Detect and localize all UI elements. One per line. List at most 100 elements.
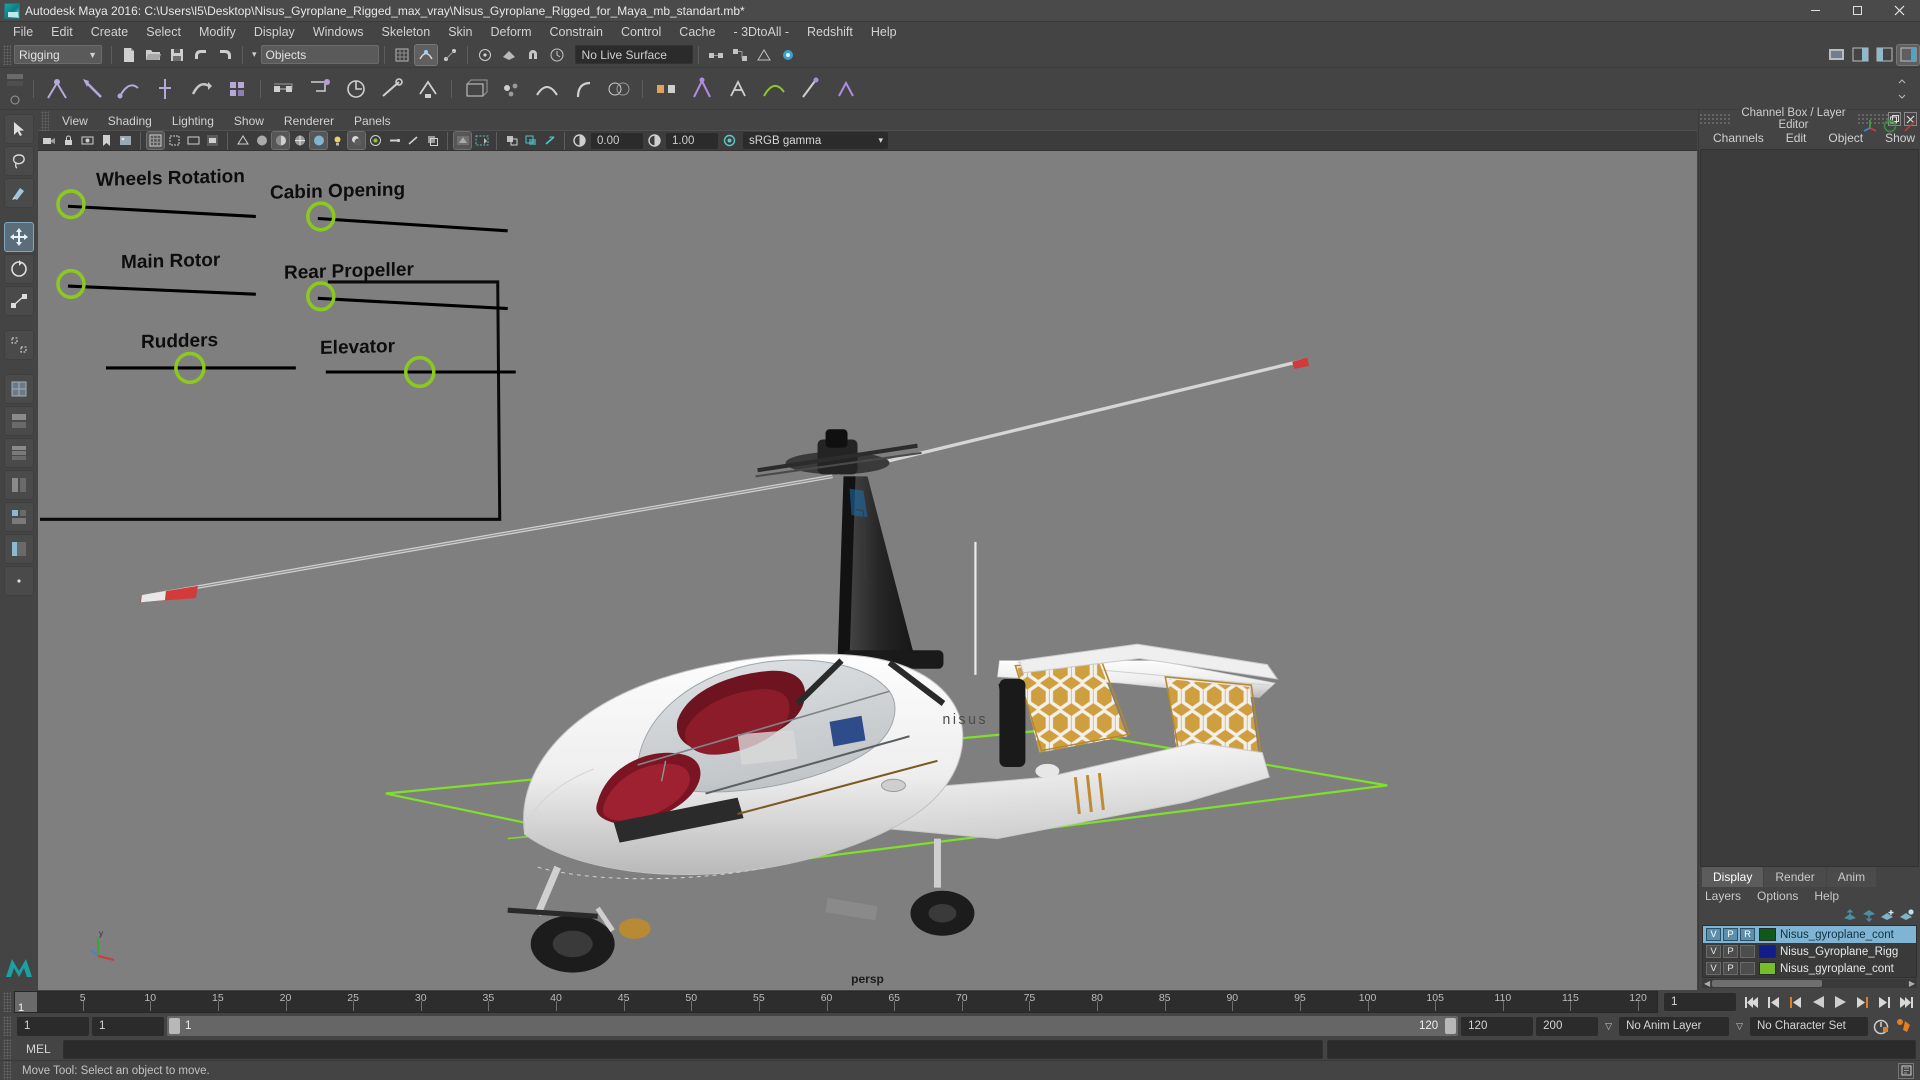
tab-render[interactable]: Render: [1764, 867, 1826, 887]
layer-reference-toggle[interactable]: [1740, 945, 1755, 958]
exposure-icon[interactable]: [571, 132, 588, 149]
layer-name[interactable]: Nisus_Gyroplane_Rigg: [1780, 946, 1898, 958]
menu-file[interactable]: File: [4, 22, 42, 42]
constraint-pole-vector-icon[interactable]: [413, 74, 443, 104]
viewport-menu-view[interactable]: View: [52, 112, 98, 130]
select-tool-button[interactable]: [4, 114, 34, 144]
isolate-select-icon[interactable]: [503, 132, 520, 149]
new-layer-from-selected-icon[interactable]: [1899, 908, 1914, 922]
save-scene-icon[interactable]: [166, 45, 188, 65]
step-back-keyframe-icon[interactable]: [1764, 992, 1784, 1012]
layer-visibility-toggle[interactable]: V: [1706, 928, 1721, 941]
layout-single-perspective-button[interactable]: [4, 374, 34, 404]
layer-menu-help[interactable]: Help: [1814, 889, 1839, 903]
blend-shape-icon[interactable]: [604, 74, 634, 104]
viewport-menu-lighting[interactable]: Lighting: [162, 112, 224, 130]
constraint-aim-icon[interactable]: [377, 74, 407, 104]
move-tool-button[interactable]: [4, 222, 34, 252]
current-frame-field[interactable]: 1: [1664, 993, 1736, 1011]
bookmark-icon[interactable]: [98, 132, 115, 149]
animation-preferences-icon[interactable]: [1894, 1016, 1914, 1036]
paint-skin-weights-icon[interactable]: [222, 74, 252, 104]
selection-mask-combo[interactable]: Objects: [260, 45, 379, 64]
paint-select-tool-button[interactable]: [4, 178, 34, 208]
current-frame-indicator[interactable]: 1: [15, 992, 37, 1012]
layout-persp-outliner-button[interactable]: [4, 534, 34, 564]
new-layer-icon[interactable]: [1880, 909, 1895, 922]
menu-help[interactable]: Help: [862, 22, 906, 42]
open-scene-icon[interactable]: [142, 45, 164, 65]
chevron-down-icon[interactable]: ▽: [1601, 1021, 1616, 1032]
layer-name[interactable]: Nisus_gyroplane_cont: [1780, 963, 1894, 975]
sidebar-attribute-editor-icon[interactable]: [1849, 45, 1871, 65]
time-slider-grip[interactable]: [3, 992, 11, 1012]
go-to-start-icon[interactable]: [1742, 992, 1762, 1012]
color-management-combo[interactable]: sRGB gamma ▾: [743, 132, 888, 149]
gamma-icon[interactable]: [646, 132, 663, 149]
bind-skin-icon[interactable]: [186, 74, 216, 104]
play-forwards-icon[interactable]: [1830, 992, 1850, 1012]
play-backwards-icon[interactable]: [1808, 992, 1828, 1012]
ik-spline-handle-icon[interactable]: [114, 74, 144, 104]
show-manipulator-tool-button[interactable]: [4, 330, 34, 360]
layer-visibility-toggle[interactable]: V: [1706, 945, 1721, 958]
help-line-icon[interactable]: [1898, 1062, 1914, 1079]
range-end-handle[interactable]: [1445, 1018, 1457, 1034]
command-line-grip[interactable]: [3, 1039, 11, 1059]
grid-toggle-icon[interactable]: [146, 131, 165, 150]
scroll-left-arrow[interactable]: ◀: [1702, 979, 1712, 988]
layer-row[interactable]: V P R Nisus_gyroplane_cont: [1703, 926, 1916, 943]
resolution-gate-icon[interactable]: [185, 132, 202, 149]
view-transform-icon[interactable]: [522, 132, 539, 149]
ambient-occlusion-icon[interactable]: [367, 132, 384, 149]
scale-tool-button[interactable]: [4, 286, 34, 316]
menu-windows[interactable]: Windows: [304, 22, 373, 42]
menu-create[interactable]: Create: [82, 22, 138, 42]
chevron-down-icon-2[interactable]: ▽: [1732, 1021, 1747, 1032]
menu-cache[interactable]: Cache: [670, 22, 724, 42]
menu-select[interactable]: Select: [137, 22, 190, 42]
menu-3dtoall[interactable]: - 3DtoAll -: [724, 22, 798, 42]
character-set-field[interactable]: No Character Set: [1750, 1016, 1868, 1036]
snap-projected-center-icon[interactable]: [474, 45, 496, 65]
range-start-handle[interactable]: [169, 1018, 180, 1034]
command-language-label[interactable]: MEL: [18, 1042, 59, 1056]
shelf-tab-handle[interactable]: [2, 69, 28, 109]
move-axis-icon[interactable]: [1862, 118, 1878, 134]
menu-constrain[interactable]: Constrain: [541, 22, 613, 42]
character-set-icon[interactable]: [723, 74, 753, 104]
step-forward-frame-icon[interactable]: [1852, 992, 1872, 1012]
layout-four-view-button[interactable]: [4, 406, 34, 436]
menu-edit[interactable]: Edit: [42, 22, 82, 42]
help-line-grip[interactable]: [3, 1060, 11, 1080]
range-start-time-field[interactable]: 1: [92, 1016, 164, 1036]
move-layer-up-icon[interactable]: [1842, 908, 1857, 922]
cluster-deformer-icon[interactable]: [496, 74, 526, 104]
layer-menu-layers[interactable]: Layers: [1705, 889, 1741, 903]
skeleton-joint-icon[interactable]: [42, 74, 72, 104]
motion-blur-icon[interactable]: [386, 132, 403, 149]
layout-more-button[interactable]: [4, 566, 34, 596]
command-output-field[interactable]: [1326, 1039, 1916, 1059]
constraint-parent-icon[interactable]: [269, 74, 299, 104]
ik-spline-icon[interactable]: [150, 74, 180, 104]
layout-three-split-button[interactable]: [4, 502, 34, 532]
step-forward-keyframe-icon[interactable]: [1874, 992, 1894, 1012]
viewport-menu-panels[interactable]: Panels: [344, 112, 401, 130]
menu-skeleton[interactable]: Skeleton: [373, 22, 440, 42]
menu-modify[interactable]: Modify: [190, 22, 245, 42]
close-button[interactable]: [1878, 0, 1920, 22]
tab-anim[interactable]: Anim: [1826, 867, 1877, 887]
animation-end-time-field[interactable]: 200: [1536, 1016, 1599, 1036]
chevron-down-icon[interactable]: ▾: [248, 49, 261, 60]
scrollbar-thumb[interactable]: [1712, 980, 1823, 987]
menu-skin[interactable]: Skin: [439, 22, 481, 42]
depth-peeling-icon[interactable]: [424, 132, 441, 149]
pose-editor-icon[interactable]: [687, 74, 717, 104]
ik-handle-icon[interactable]: [78, 74, 108, 104]
sidebar-tool-settings-icon[interactable]: [1873, 45, 1895, 65]
perspective-viewport[interactable]: nisus Wheels Rotation Cabin Opening Main…: [38, 151, 1697, 990]
viewport-menu-renderer[interactable]: Renderer: [274, 112, 344, 130]
layer-reference-toggle[interactable]: [1740, 962, 1755, 975]
image-plane-icon[interactable]: [117, 132, 134, 149]
